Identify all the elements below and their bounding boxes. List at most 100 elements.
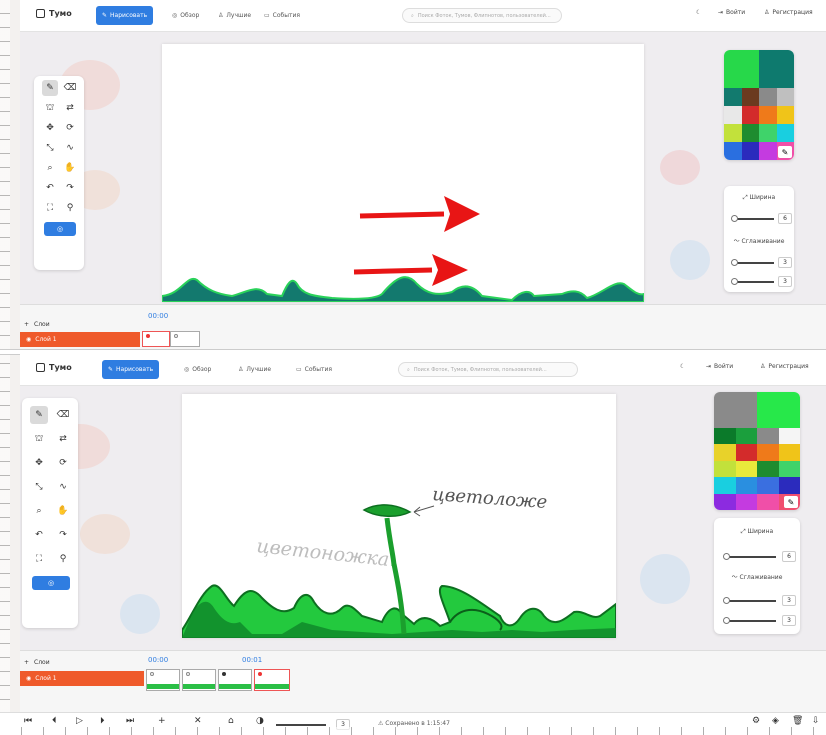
onion-skin-icon[interactable]: ⌂ [228, 716, 234, 726]
undo-icon[interactable]: ↶ [30, 526, 48, 544]
undo-icon[interactable]: ↶ [42, 180, 58, 196]
eyedropper-icon[interactable]: ⚲ [54, 550, 72, 568]
pencil-icon[interactable]: ✎ [30, 406, 48, 424]
color-swatch[interactable] [776, 88, 794, 106]
register-button[interactable]: ♙ Регистрация [760, 363, 809, 370]
nav-best-button[interactable]: ♙ Лучшие [232, 360, 277, 379]
color-swatch[interactable] [757, 428, 779, 445]
timeline-frame[interactable] [142, 331, 170, 347]
login-button[interactable]: ⇥ Войти [706, 363, 733, 370]
color-swatch[interactable] [735, 444, 757, 461]
login-button[interactable]: ⇥ Войти [718, 9, 745, 16]
swap-icon[interactable]: ⇄ [62, 100, 78, 116]
move-icon[interactable]: ✥ [42, 120, 58, 136]
eyedropper-icon[interactable]: ✎ [778, 146, 792, 158]
layer-row[interactable]: ◉ Слой 1 [20, 332, 140, 347]
nav-draw-button[interactable]: ✎ Нарисовать [96, 6, 154, 25]
prev-frame-icon[interactable]: ⏴ [52, 716, 57, 726]
color-swatch[interactable] [735, 428, 757, 445]
fullscreen-icon[interactable]: ⛶ [42, 200, 58, 216]
register-button[interactable]: ♙ Регистрация [764, 9, 813, 16]
eye-icon[interactable]: ◉ [26, 675, 31, 682]
width-slider[interactable] [723, 553, 776, 560]
play-icon[interactable]: ▷ [76, 716, 83, 726]
color-swatch[interactable] [714, 444, 736, 461]
secondary-color-swatch[interactable] [757, 392, 800, 428]
eraser-icon[interactable]: ⌫ [62, 80, 78, 96]
wave-icon[interactable]: ∿ [62, 140, 78, 156]
primary-color-swatch[interactable] [724, 50, 759, 88]
primary-color-swatch[interactable] [714, 392, 757, 428]
smoothing-value-a[interactable]: 3 [778, 257, 792, 268]
wave-icon[interactable]: ∿ [54, 478, 72, 496]
color-swatch[interactable] [724, 142, 742, 160]
bucket-icon[interactable]: ⛫ [30, 430, 48, 448]
color-swatch[interactable] [714, 428, 736, 445]
scale-icon[interactable]: ⤡ [30, 478, 48, 496]
smoothing-value-a[interactable]: 3 [782, 595, 796, 606]
color-swatch[interactable] [757, 493, 779, 510]
logo[interactable]: Тумо [36, 9, 72, 18]
settings-icon[interactable]: ⚙ [752, 716, 760, 726]
trash-icon[interactable]: 🗑 [792, 716, 803, 726]
move-icon[interactable]: ✥ [30, 454, 48, 472]
nav-events-button[interactable]: ▭ События [258, 6, 306, 25]
nav-events-button[interactable]: ▭ События [290, 360, 338, 379]
color-swatch[interactable] [741, 106, 759, 124]
color-swatch[interactable] [724, 88, 742, 106]
color-swatch[interactable] [724, 106, 742, 124]
layer-row[interactable]: ◉ Слой 1 [20, 671, 144, 686]
color-swatch[interactable] [778, 428, 800, 445]
bucket-icon[interactable]: ⛫ [42, 100, 58, 116]
color-swatch[interactable] [724, 124, 742, 142]
color-swatch[interactable] [741, 124, 759, 142]
eraser-icon[interactable]: ⌫ [54, 406, 72, 424]
theme-toggle[interactable]: ☾ [680, 363, 685, 370]
color-swatch[interactable] [759, 124, 777, 142]
width-value[interactable]: 6 [778, 213, 792, 224]
color-swatch[interactable] [741, 88, 759, 106]
smoothing-value-b[interactable]: 3 [778, 276, 792, 287]
rotate-icon[interactable]: ⟳ [62, 120, 78, 136]
width-slider[interactable] [731, 215, 774, 222]
timeline-frame[interactable] [170, 331, 200, 347]
add-frame-icon[interactable]: + [158, 716, 166, 726]
add-layer-icon[interactable]: + [24, 659, 29, 666]
color-swatch[interactable] [714, 460, 736, 478]
zoom-icon[interactable]: ⌕ [30, 502, 48, 520]
logo[interactable]: Тумо [36, 363, 72, 372]
smoothing-slider-a[interactable] [731, 259, 774, 266]
color-swatch[interactable] [757, 444, 779, 461]
search-input[interactable]: ⌕ Поиск Фоток, Тумов, Флипнотов, пользова… [398, 362, 578, 377]
fullscreen-icon[interactable]: ⛶ [30, 550, 48, 568]
width-value[interactable]: 6 [782, 551, 796, 562]
width-slider-knob[interactable] [731, 215, 738, 222]
smoothing-slider-b[interactable] [731, 278, 774, 285]
layers-icon[interactable]: ◈ [772, 716, 779, 726]
smoothing-slider-b[interactable] [723, 617, 776, 624]
redo-icon[interactable]: ↷ [54, 526, 72, 544]
smoothing-slider-b-knob[interactable] [731, 278, 738, 285]
secondary-color-swatch[interactable] [759, 50, 794, 88]
color-swatch[interactable] [759, 88, 777, 106]
layers-mode-button[interactable]: ◎ [32, 576, 70, 590]
eyedropper-icon[interactable]: ✎ [784, 496, 798, 508]
export-icon[interactable]: ⇩ [812, 716, 820, 726]
color-swatch[interactable] [776, 124, 794, 142]
rotate-icon[interactable]: ⟳ [54, 454, 72, 472]
search-input[interactable]: ⌕ Поиск Фоток, Тумов, Флипнотов, пользова… [402, 8, 562, 23]
color-swatch[interactable] [778, 460, 800, 478]
color-swatch[interactable] [735, 460, 757, 478]
drawing-canvas[interactable] [162, 44, 644, 302]
timeline-frame[interactable] [146, 669, 180, 691]
delete-frame-icon[interactable]: ✕ [194, 716, 202, 726]
nav-overview-button[interactable]: ◎ Обзор [178, 360, 217, 379]
color-swatch[interactable] [735, 493, 757, 510]
color-swatch[interactable] [776, 106, 794, 124]
nav-draw-button[interactable]: ✎ Нарисовать [102, 360, 160, 379]
color-swatch[interactable] [778, 477, 800, 494]
fps-slider[interactable] [276, 724, 326, 726]
smoothing-slider-b-knob[interactable] [723, 617, 730, 624]
nav-overview-button[interactable]: ◎ Обзор [166, 6, 205, 25]
color-swatch[interactable] [714, 493, 736, 510]
